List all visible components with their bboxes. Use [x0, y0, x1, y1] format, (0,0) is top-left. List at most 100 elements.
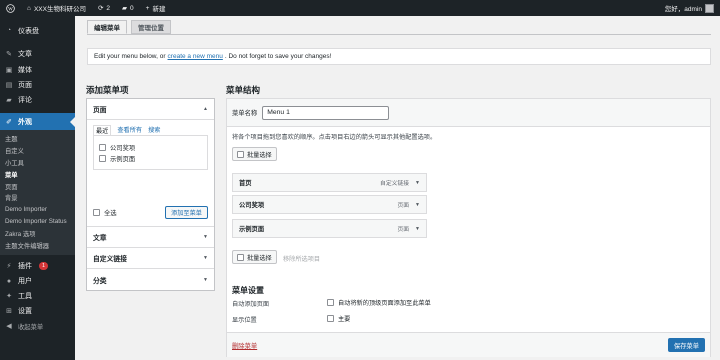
menu-item-row[interactable]: 首页 自定义链接 ▼ [232, 173, 427, 192]
add-menu-items-heading: 添加菜单项 [86, 85, 129, 95]
categories-section-header[interactable]: 分类 ▼ [87, 269, 214, 290]
checkbox[interactable] [99, 144, 106, 151]
menu-posts[interactable]: ✎ 文章 [0, 45, 75, 62]
svg-text:W: W [8, 7, 13, 12]
submenu-zakra-options[interactable]: Zakra 选项 [0, 227, 75, 239]
submenu-themes[interactable]: 主题 [0, 133, 75, 145]
chevron-down-icon[interactable]: ▼ [415, 180, 420, 186]
auto-add-label: 自动添加页面 [232, 301, 270, 308]
delete-menu-link[interactable]: 删除菜单 [232, 341, 257, 350]
site-name-link[interactable]: ⌂ XXX生物科研公司 [21, 0, 92, 16]
menu-label: 仪表盘 [18, 27, 39, 35]
submenu-theme-editor[interactable]: 主题文件编辑器 [0, 239, 75, 251]
wordpress-logo-icon[interactable]: W [0, 0, 21, 16]
submenu-widgets[interactable]: 小工具 [0, 157, 75, 169]
dashboard-icon: ◔ [6, 27, 12, 34]
custom-links-section-header[interactable]: 自定义链接 ▼ [87, 248, 214, 269]
greeting: 您好，admin [664, 6, 702, 13]
chevron-down-icon[interactable]: ▼ [415, 202, 420, 208]
submenu-background[interactable]: 背景 [0, 192, 75, 204]
add-menu-items-accordion: 页面 ▲ 最近 查看所有 搜索 公司奖项 示例页面 全选 添加至菜单 文章 ▼ … [86, 98, 215, 291]
menu-item-title: 示例页面 [239, 226, 265, 233]
add-to-menu-button[interactable]: 添加至菜单 [165, 206, 208, 219]
subtab-view-all[interactable]: 查看所有 [117, 125, 142, 135]
bulk-select-checkbox[interactable] [237, 253, 244, 261]
bulk-select-checkbox[interactable] [237, 150, 244, 158]
menu-footer: 删除菜单 保存菜单 [227, 332, 710, 357]
pages-section-header[interactable]: 页面 ▲ [87, 99, 214, 120]
chevron-down-icon: ▼ [203, 276, 208, 283]
menu-plugins[interactable]: ⚡ 插件 1 [0, 259, 75, 274]
menu-item-type: 页面 [397, 227, 410, 233]
menu-name-label: 菜单名称 [232, 110, 258, 117]
menu-name-input[interactable]: Menu 1 [262, 105, 390, 120]
submenu-pages[interactable]: 页面 [0, 180, 75, 192]
pages-section-footer: 全选 添加至菜单 [93, 206, 208, 219]
posts-section-header[interactable]: 文章 ▼ [87, 227, 214, 248]
admin-bar: W ⌂ XXX生物科研公司 ⟳ 2 ▰ 0 + 新建 您好，admin [0, 0, 720, 16]
submenu-demo-importer[interactable]: Demo Importer [0, 204, 75, 216]
save-menu-button[interactable]: 保存菜单 [667, 338, 705, 352]
menu-item-row[interactable]: 公司奖项 页面 ▼ [232, 195, 427, 214]
menu-dashboard[interactable]: ◔ 仪表盘 [0, 22, 75, 39]
collapse-menu-button[interactable]: ◀ 收起菜单 [0, 319, 75, 334]
list-item[interactable]: 公司奖项 [99, 142, 202, 153]
pages-checklist: 公司奖项 示例页面 [93, 135, 208, 170]
menu-label: 用户 [18, 278, 32, 286]
select-all[interactable]: 全选 [93, 208, 117, 217]
user-icon: ● [6, 277, 12, 285]
page-label: 示例页面 [110, 156, 136, 163]
tab-manage-locations[interactable]: 管理位置 [131, 20, 171, 34]
auto-add-checkbox[interactable] [327, 299, 334, 306]
bulk-select-button-bottom[interactable]: 批量选择 [232, 250, 277, 264]
auto-add-option[interactable]: 自动将新的顶级页面添加至此菜单 [327, 298, 431, 307]
chevron-up-icon: ▲ [203, 106, 208, 112]
updates-link[interactable]: ⟳ 2 [92, 0, 116, 16]
menu-pages[interactable]: ▤ 页面 [0, 77, 75, 92]
menu-item-row[interactable]: 示例页面 页面 ▼ [232, 219, 427, 238]
menu-appearance[interactable]: ✐ 外观 [0, 113, 75, 130]
menu-users[interactable]: ● 用户 [0, 274, 75, 289]
remove-selected-link[interactable]: 移除所选项目 [283, 254, 320, 263]
menu-media[interactable]: ▣ 媒体 [0, 62, 75, 77]
submenu-menus[interactable]: 菜单 [0, 168, 75, 180]
subtab-recent[interactable]: 最近 [93, 125, 112, 135]
tab-divider [87, 34, 711, 35]
menu-label: 设置 [18, 308, 32, 316]
appearance-submenu: 主题 自定义 小工具 菜单 页面 背景 Demo Importer Demo I… [0, 130, 75, 255]
display-location-label: 显示位置 [232, 317, 257, 324]
menu-label: 工具 [18, 293, 32, 301]
comments-link[interactable]: ▰ 0 [116, 0, 140, 16]
account-link[interactable]: 您好，admin [659, 0, 720, 16]
brush-icon: ✐ [6, 118, 12, 126]
subtab-search[interactable]: 搜索 [148, 125, 160, 135]
comment-icon: ▰ [122, 5, 128, 12]
display-location-option[interactable]: 主要 [327, 314, 350, 323]
chevron-down-icon[interactable]: ▼ [415, 226, 420, 232]
new-content-link[interactable]: + 新建 [140, 0, 172, 16]
create-new-menu-link[interactable]: create a new menu [168, 53, 223, 60]
bulk-select-label: 批量选择 [247, 254, 272, 262]
select-all-checkbox[interactable] [93, 209, 100, 216]
comments-count: 0 [130, 4, 134, 12]
menu-settings[interactable]: ⊞ 设置 [0, 304, 75, 319]
submenu-customize[interactable]: 自定义 [0, 145, 75, 157]
list-item[interactable]: 示例页面 [99, 153, 202, 164]
notice-text-end: . Do not forget to save your changes! [224, 53, 332, 60]
menu-comments[interactable]: ▰ 评论 [0, 92, 75, 107]
plugin-icon: ⚡ [6, 263, 12, 271]
tab-edit-menus[interactable]: 编辑菜单 [87, 20, 127, 34]
checkbox[interactable] [99, 155, 106, 162]
menu-structure-heading: 菜单结构 [226, 85, 261, 95]
bulk-select-button-top[interactable]: 批量选择 [232, 147, 277, 161]
admin-sidebar: ◔ 仪表盘 ✎ 文章 ▣ 媒体 ▤ 页面 ▰ 评论 ✐ 外观 主题 自定义 小工具 菜单 页… [0, 16, 75, 360]
avatar [705, 3, 714, 13]
submenu-demo-importer-status[interactable]: Demo Importer Status [0, 216, 75, 228]
primary-location-checkbox[interactable] [327, 315, 334, 322]
menu-tools[interactable]: ✦ 工具 [0, 289, 75, 304]
wrench-icon: ✦ [6, 293, 12, 301]
menu-settings-heading: 菜单设置 [232, 286, 264, 295]
updates-count: 2 [106, 4, 111, 12]
section-title: 文章 [93, 235, 107, 242]
comment-icon: ▰ [6, 96, 12, 104]
